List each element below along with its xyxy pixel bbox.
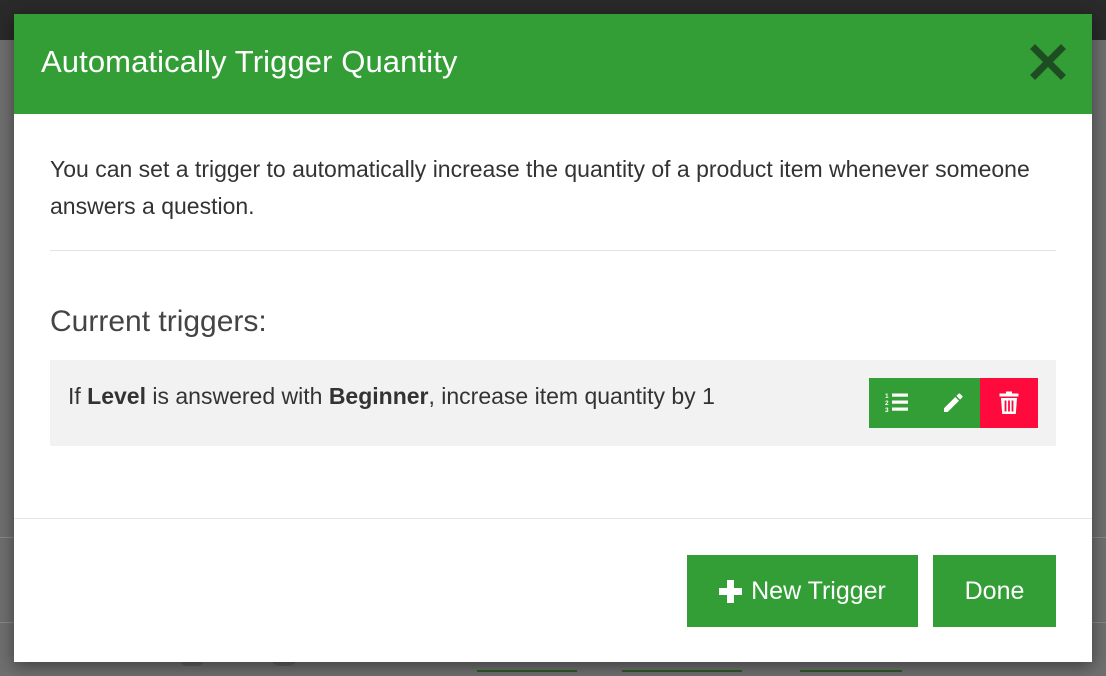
trigger-actions: 1 2 3 — [869, 378, 1038, 428]
close-button[interactable] — [1028, 42, 1068, 82]
footer-divider — [14, 518, 1092, 519]
trigger-quantity-modal: Automatically Trigger Quantity You can s… — [14, 14, 1092, 662]
modal-header: Automatically Trigger Quantity — [14, 14, 1092, 114]
trigger-description: If Level is answered with Beginner, incr… — [68, 383, 715, 410]
svg-text:3: 3 — [885, 407, 889, 414]
trigger-row: If Level is answered with Beginner, incr… — [50, 360, 1056, 446]
trigger-question: Level — [87, 383, 146, 409]
divider — [50, 250, 1056, 251]
done-label: Done — [964, 576, 1025, 605]
trigger-suffix: , increase item quantity by 1 — [428, 383, 715, 409]
done-button[interactable]: Done — [933, 555, 1056, 627]
svg-text:1: 1 — [885, 393, 889, 400]
trigger-prefix: If — [68, 383, 88, 409]
new-trigger-button[interactable]: New Trigger — [687, 555, 918, 627]
modal-description: You can set a trigger to automatically i… — [50, 156, 1030, 219]
trash-icon — [999, 391, 1019, 414]
trigger-answer: Beginner — [328, 383, 429, 409]
trigger-list-button[interactable]: 1 2 3 — [869, 378, 925, 428]
trigger-middle: is answered with — [146, 383, 329, 409]
trigger-edit-button[interactable] — [925, 378, 980, 428]
list-icon: 1 2 3 — [885, 393, 908, 414]
close-icon — [1030, 44, 1066, 80]
plus-icon — [719, 579, 743, 603]
trigger-delete-button[interactable] — [980, 378, 1038, 428]
modal-title: Automatically Trigger Quantity — [41, 44, 458, 79]
current-triggers-heading: Current triggers: — [50, 305, 267, 338]
svg-text:2: 2 — [885, 400, 889, 407]
pencil-icon — [943, 393, 963, 412]
new-trigger-label: New Trigger — [751, 576, 886, 605]
